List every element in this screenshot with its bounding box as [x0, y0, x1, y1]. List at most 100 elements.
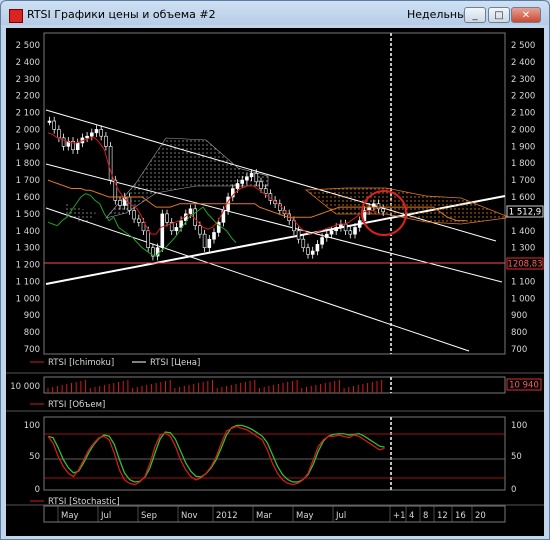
- time-axis-frame: [43, 505, 506, 523]
- volume-y-tick: 10 000: [10, 382, 40, 392]
- price-y-tick-right: 2 200: [511, 92, 535, 102]
- price-y-tick-right: 2 400: [511, 58, 535, 68]
- time-label: Mar: [256, 511, 273, 521]
- candle-body: [57, 129, 61, 139]
- time-label: Jul: [335, 511, 346, 521]
- price-y-tick: 800: [24, 328, 40, 338]
- candle-body: [90, 132, 94, 137]
- candle-body: [381, 208, 386, 213]
- price-y-tick: 2 400: [16, 58, 40, 68]
- price-y-tick-right: 1 300: [511, 244, 535, 254]
- volume-legend: RTSI [Объем]: [48, 400, 105, 410]
- candle-body: [104, 135, 108, 147]
- time-label: Sep: [141, 511, 157, 521]
- candle-body: [75, 142, 80, 151]
- price-y-tick: 2 500: [16, 41, 40, 51]
- price-y-axis-left: 2 500 2 400 2 300 2 200 2 100 2 000 1 900 1 800…: [16, 41, 40, 355]
- candle-body: [306, 247, 310, 255]
- candle-body: [85, 135, 89, 139]
- time-label: 12: [437, 511, 448, 521]
- candle-body: [165, 213, 169, 223]
- price-y-axis-right: 2 500 2 400 2 300 2 200 2 100 2 000 1 900 1 800…: [511, 41, 535, 355]
- price-y-tick: 1 600: [16, 193, 40, 203]
- minimize-button[interactable]: _: [464, 7, 486, 23]
- candle-body: [329, 230, 334, 235]
- time-label: 4: [409, 511, 414, 521]
- candle-body: [188, 208, 193, 215]
- time-label: 2012: [216, 511, 238, 521]
- stochastic-chart: [44, 424, 505, 486]
- price-y-tick: 1 300: [16, 244, 40, 254]
- price-y-tick-right: 2 300: [511, 75, 535, 85]
- price-y-tick: 1 900: [16, 142, 40, 152]
- price-y-tick: 1 500: [16, 210, 40, 220]
- time-label: 8: [423, 511, 428, 521]
- candle-body: [132, 210, 136, 220]
- candle-body: [339, 223, 343, 228]
- candle-body: [357, 220, 362, 228]
- stoch-k-line: [47, 425, 385, 486]
- price-y-tick-right: 2 100: [511, 109, 535, 119]
- price-y-tick: 1 700: [16, 176, 40, 186]
- price-chart[interactable]: [44, 33, 507, 490]
- time-label: May: [296, 511, 314, 521]
- candle-body: [160, 213, 165, 248]
- price-panel-frame: [43, 32, 506, 355]
- title-bar[interactable]: RTSI Графики цены и объема #2 Недельный …: [1, 1, 549, 29]
- candle-body: [249, 173, 254, 178]
- candle-body: [371, 203, 376, 208]
- trend-line: [45, 207, 470, 352]
- candle-body: [254, 173, 259, 183]
- price-y-tick-right: 1 000: [511, 294, 535, 304]
- current-price-label: 1 512,9: [509, 208, 541, 218]
- price-y-tick: 700: [24, 345, 40, 355]
- time-axis: May Jul Sep Nov 2012 Mar May Jul +1 4 8 12 16 20: [43, 505, 506, 523]
- price-y-tick-right: 1 600: [511, 193, 535, 203]
- price-y-tick-right: 1 900: [511, 142, 535, 152]
- time-label: Jul: [100, 511, 111, 521]
- time-label: 16: [455, 511, 466, 521]
- price-y-tick-right: 1 100: [511, 277, 535, 287]
- price-y-tick: 1 000: [16, 294, 40, 304]
- candle-body: [334, 227, 339, 232]
- price-legend: RTSI [Цена]: [150, 358, 200, 368]
- price-y-tick-right: 1 800: [511, 159, 535, 169]
- candle-body: [61, 137, 66, 147]
- maximize-button[interactable]: □: [488, 7, 510, 23]
- window-title: RTSI Графики цены и объема #2: [27, 8, 216, 21]
- candle-body: [198, 225, 202, 235]
- candle-body: [367, 206, 371, 211]
- volume-bars: [47, 380, 383, 393]
- ichimoku-cloud: [66, 204, 96, 223]
- candle-body: [343, 223, 348, 232]
- candle-body: [301, 238, 306, 248]
- candle-body: [259, 181, 263, 189]
- candle-body: [118, 200, 122, 206]
- price-y-tick: 1 200: [16, 261, 40, 271]
- level-price-label: 1208,83: [507, 260, 542, 270]
- candle-body: [99, 129, 103, 137]
- candle-body: [52, 120, 57, 130]
- candle-body: [315, 243, 320, 252]
- volume-value-label: 10 940: [509, 381, 539, 391]
- time-label: 20: [475, 511, 486, 521]
- candle-body: [310, 250, 315, 255]
- candle-body: [376, 203, 381, 210]
- price-y-tick-right: 700: [511, 345, 527, 355]
- price-y-tick-right: 900: [511, 311, 527, 321]
- candle-body: [235, 183, 240, 189]
- price-y-tick: 2 000: [16, 125, 40, 135]
- price-y-tick: 2 100: [16, 109, 40, 119]
- price-y-tick: 2 200: [16, 92, 40, 102]
- candle-body: [324, 233, 329, 238]
- candle-body: [212, 232, 216, 240]
- close-button[interactable]: ✕: [511, 7, 541, 23]
- candle-body: [240, 179, 244, 184]
- chart-area[interactable]: 2 500 2 400 2 300 2 200 2 100 2 000 1 900 1 800…: [6, 28, 544, 536]
- time-label: +1: [393, 511, 406, 521]
- candle-body: [137, 218, 141, 223]
- candle-body: [174, 227, 179, 232]
- candle-body: [47, 120, 52, 123]
- stoch-y-tick-right-100: 100: [511, 421, 527, 431]
- candle-body: [94, 129, 99, 134]
